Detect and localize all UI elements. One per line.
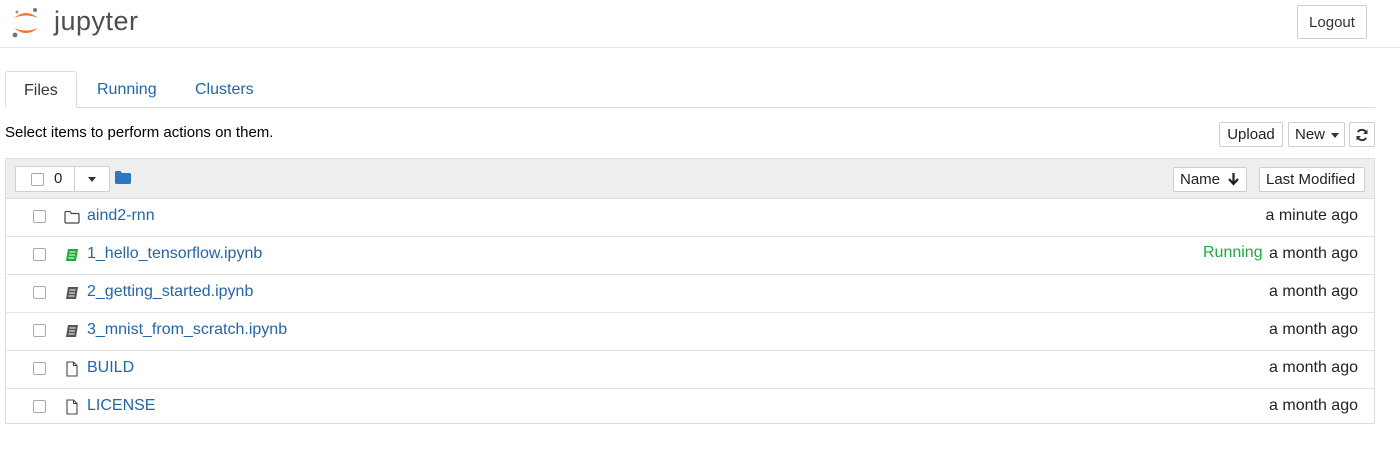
file-list: 0 Name Last Modified aind2-rnn a minute … (5, 158, 1375, 424)
list-item[interactable]: BUILD a month ago (6, 350, 1374, 389)
chevron-down-icon (1331, 133, 1339, 138)
row-checkbox[interactable] (33, 324, 46, 337)
jupyter-logo[interactable]: jupyter (10, 4, 150, 42)
modified-time: a minute ago (1265, 207, 1358, 224)
new-label: New (1295, 126, 1326, 143)
select-menu-button[interactable] (75, 167, 109, 191)
row-checkbox[interactable] (33, 286, 46, 299)
row-checkbox[interactable] (33, 400, 46, 413)
select-all-checkbox[interactable] (31, 173, 44, 186)
file-icon (66, 361, 78, 377)
file-name-link[interactable]: 3_mnist_from_scratch.ipynb (87, 321, 287, 339)
tab-files[interactable]: Files (5, 71, 77, 108)
refresh-icon (1356, 128, 1368, 142)
list-item[interactable]: 2_getting_started.ipynb a month ago (6, 274, 1374, 313)
sort-name-label: Name (1180, 171, 1221, 188)
arrow-down-icon (1228, 173, 1239, 186)
logout-button[interactable]: Logout (1297, 5, 1367, 39)
folder-icon (64, 210, 80, 224)
row-checkbox[interactable] (33, 362, 46, 375)
selected-count: 0 (54, 170, 63, 187)
notebook-icon (66, 287, 78, 299)
file-icon (66, 399, 78, 415)
top-header: jupyter Logout (0, 0, 1400, 48)
new-dropdown-button[interactable]: New (1288, 122, 1345, 147)
file-name-link[interactable]: LICENSE (87, 397, 155, 415)
selection-hint: Select items to perform actions on them. (5, 124, 274, 141)
list-item[interactable]: 3_mnist_from_scratch.ipynb a month ago (6, 312, 1374, 351)
file-name-link[interactable]: 2_getting_started.ipynb (87, 283, 253, 301)
folder-icon[interactable] (115, 171, 131, 184)
tab-bar: Files Running Clusters (5, 71, 1375, 108)
modified-time: a month ago (1269, 321, 1358, 338)
refresh-button[interactable] (1349, 122, 1375, 147)
modified-time: a month ago (1269, 397, 1358, 414)
row-checkbox[interactable] (33, 248, 46, 261)
tab-clusters[interactable]: Clusters (177, 71, 272, 107)
file-name-link[interactable]: BUILD (87, 359, 134, 377)
modified-time: a month ago (1269, 359, 1358, 376)
running-status: Running (1203, 244, 1263, 261)
file-name-link[interactable]: 1_hello_tensorflow.ipynb (87, 245, 262, 263)
upload-button[interactable]: Upload (1219, 122, 1283, 147)
last-modified-button[interactable]: Last Modified (1259, 167, 1365, 192)
jupyter-logo-icon (12, 8, 38, 38)
notebook-icon (66, 325, 78, 337)
logo-text: jupyter (54, 6, 139, 36)
modified-time: a month ago (1269, 283, 1358, 300)
list-item[interactable]: aind2-rnn a minute ago (6, 198, 1374, 237)
modified-time: a month ago (1269, 245, 1358, 262)
chevron-down-icon (88, 177, 96, 182)
file-list-header: 0 Name Last Modified (6, 159, 1374, 199)
list-item[interactable]: LICENSE a month ago (6, 388, 1374, 426)
row-checkbox[interactable] (33, 210, 46, 223)
list-item[interactable]: 1_hello_tensorflow.ipynb Running a month… (6, 236, 1374, 275)
select-all-group: 0 (15, 166, 110, 192)
notebook-running-icon (66, 249, 78, 261)
sort-name-button[interactable]: Name (1173, 167, 1247, 192)
tab-running[interactable]: Running (79, 71, 175, 107)
file-name-link[interactable]: aind2-rnn (87, 207, 155, 225)
